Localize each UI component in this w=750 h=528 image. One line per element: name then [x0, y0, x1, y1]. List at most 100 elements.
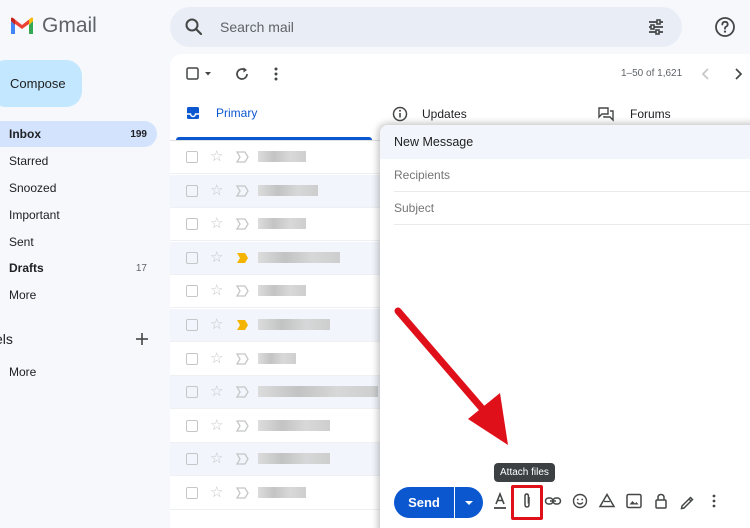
redacted-sender: [258, 419, 330, 431]
message-row[interactable]: ☆: [170, 275, 385, 309]
pagination-text: 1–50 of 1,621: [621, 68, 683, 79]
recipients-placeholder: Recipients: [394, 168, 451, 182]
row-checkbox[interactable]: [186, 487, 198, 499]
row-checkbox[interactable]: [186, 184, 198, 197]
send-button[interactable]: Send: [394, 487, 454, 518]
newer-page-icon[interactable]: [700, 67, 712, 81]
search-options-icon[interactable]: [646, 17, 666, 37]
row-checkbox[interactable]: [186, 285, 198, 298]
importance-marker-icon[interactable]: [236, 453, 249, 466]
row-checkbox[interactable]: [186, 386, 198, 399]
importance-marker-icon[interactable]: [236, 151, 249, 163]
subject-field[interactable]: Subject: [394, 192, 750, 225]
search-bar[interactable]: Search mail: [170, 7, 682, 47]
importance-marker-icon[interactable]: [236, 352, 249, 365]
select-all-checkbox[interactable]: [186, 67, 214, 81]
confidential-mode-icon[interactable]: [652, 492, 670, 510]
star-icon[interactable]: ☆: [210, 215, 223, 233]
sidebar-item-label: More: [9, 288, 37, 302]
older-page-icon[interactable]: [732, 67, 744, 81]
sidebar-item-sent[interactable]: Sent: [0, 229, 157, 255]
row-checkbox[interactable]: [186, 319, 198, 331]
importance-marker-icon[interactable]: [236, 285, 249, 298]
refresh-icon[interactable]: [234, 66, 250, 82]
insert-link-icon[interactable]: [544, 492, 562, 510]
row-checkbox[interactable]: [186, 151, 198, 163]
labels-header-text: els: [0, 331, 13, 347]
star-icon[interactable]: ☆: [210, 484, 223, 502]
message-row[interactable]: ☆: [170, 477, 385, 510]
sidebar-item-important[interactable]: Important: [0, 202, 157, 228]
message-row[interactable]: ☆: [170, 241, 385, 275]
sidebar-item-label: Inbox: [9, 127, 41, 141]
forum-icon: [598, 107, 614, 122]
message-row[interactable]: ☆: [170, 343, 385, 376]
star-icon[interactable]: ☆: [210, 182, 223, 200]
emoji-icon[interactable]: [571, 492, 589, 510]
row-checkbox[interactable]: [186, 453, 198, 466]
help-icon[interactable]: [714, 16, 736, 38]
search-input[interactable]: Search mail: [220, 19, 646, 35]
sidebar-item-drafts[interactable]: Drafts 17: [0, 255, 157, 281]
search-icon[interactable]: [184, 17, 204, 37]
sidebar-item-inbox[interactable]: Inbox 199: [0, 121, 157, 147]
importance-marker-icon[interactable]: [236, 487, 249, 499]
message-row[interactable]: ☆: [170, 208, 385, 242]
importance-marker-icon[interactable]: [236, 420, 249, 432]
importance-marker-icon[interactable]: [236, 218, 249, 230]
sidebar-item-label: Drafts: [9, 261, 44, 275]
sidebar-labels-more[interactable]: More: [0, 359, 157, 385]
row-checkbox[interactable]: [186, 352, 198, 365]
message-row[interactable]: ☆: [170, 410, 385, 443]
star-icon[interactable]: ☆: [210, 350, 223, 368]
sidebar-item-more[interactable]: More: [0, 282, 157, 308]
star-icon[interactable]: ☆: [210, 417, 223, 435]
add-label-icon[interactable]: [134, 331, 150, 347]
send-options-button[interactable]: [455, 487, 483, 518]
tab-updates[interactable]: Updates: [392, 106, 467, 122]
sidebar-item-snoozed[interactable]: Snoozed: [0, 175, 157, 201]
compose-header[interactable]: New Message: [380, 125, 750, 159]
sidebar-item-starred[interactable]: Starred: [0, 148, 157, 174]
inbox-icon: [187, 107, 199, 119]
row-checkbox[interactable]: [186, 419, 198, 432]
compose-button[interactable]: Compose: [0, 60, 82, 107]
row-checkbox[interactable]: [186, 218, 198, 231]
sidebar-item-label: More: [9, 365, 37, 379]
drive-icon[interactable]: [598, 492, 616, 510]
redacted-sender: [258, 218, 306, 230]
star-icon[interactable]: ☆: [210, 450, 223, 468]
message-row[interactable]: ☆: [170, 174, 385, 208]
signature-icon[interactable]: [678, 492, 696, 510]
message-row[interactable]: ☆: [170, 376, 385, 410]
message-row[interactable]: ☆: [170, 443, 385, 477]
importance-marker-icon[interactable]: [236, 252, 249, 264]
more-options-icon[interactable]: [270, 66, 282, 82]
tab-primary[interactable]: Primary: [186, 106, 257, 120]
star-icon[interactable]: ☆: [210, 383, 223, 401]
more-options-icon[interactable]: [705, 492, 723, 510]
importance-marker-icon[interactable]: [236, 386, 249, 398]
sidebar-item-label: Starred: [9, 154, 49, 168]
recipients-field[interactable]: Recipients: [394, 159, 750, 192]
gmail-logo[interactable]: Gmail: [10, 14, 97, 38]
tab-forums[interactable]: Forums: [598, 106, 671, 122]
tab-label: Updates: [422, 107, 467, 121]
importance-marker-icon[interactable]: [236, 319, 249, 331]
message-row[interactable]: ☆: [170, 141, 385, 174]
annotation-highlight-box: [511, 485, 543, 520]
formatting-options-icon[interactable]: [491, 492, 509, 510]
redacted-sender: [258, 151, 306, 162]
row-checkbox[interactable]: [186, 251, 198, 264]
importance-marker-icon[interactable]: [236, 184, 249, 197]
redacted-sender: [258, 319, 330, 330]
message-row[interactable]: ☆: [170, 309, 385, 342]
send-button-group: Send: [394, 487, 483, 518]
subject-placeholder: Subject: [394, 201, 435, 215]
star-icon[interactable]: ☆: [210, 249, 223, 267]
star-icon[interactable]: ☆: [210, 148, 223, 166]
star-icon[interactable]: ☆: [210, 316, 223, 334]
star-icon[interactable]: ☆: [210, 282, 223, 300]
insert-photo-icon[interactable]: [625, 492, 643, 510]
redacted-sender: [258, 285, 306, 297]
